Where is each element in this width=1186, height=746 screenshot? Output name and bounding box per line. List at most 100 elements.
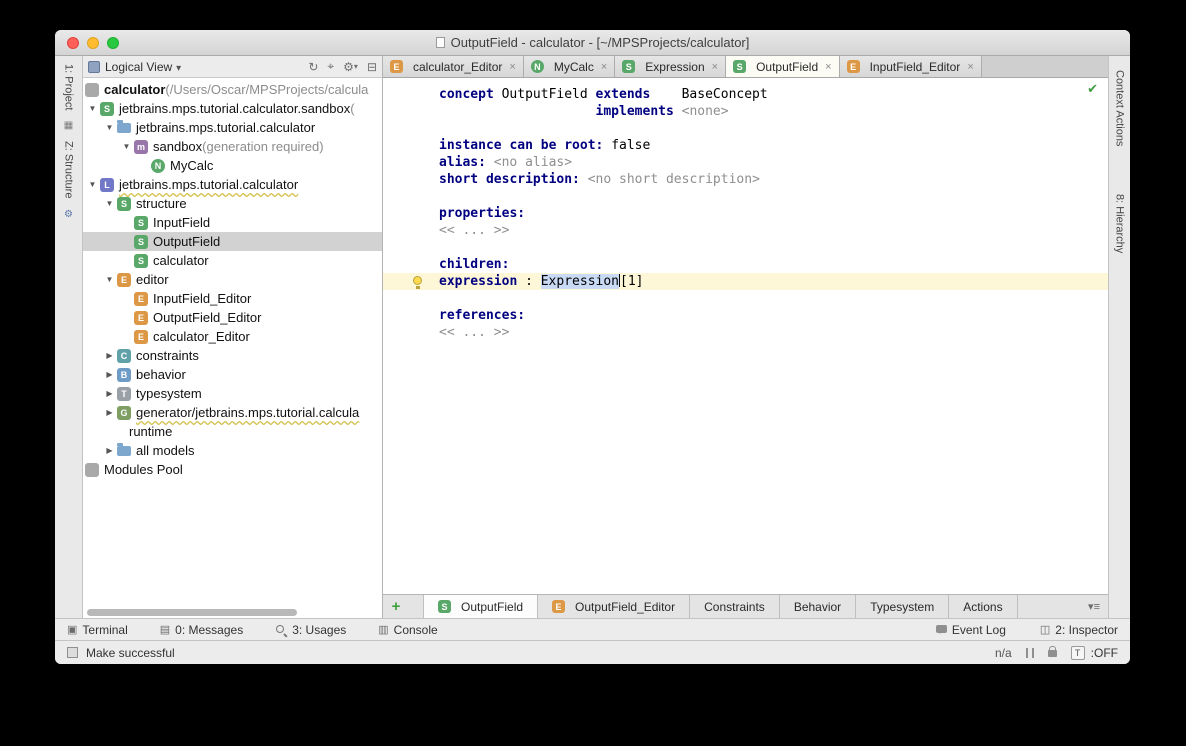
- code-line-properties[interactable]: properties:: [383, 205, 1108, 222]
- status-message: Make successful: [86, 646, 175, 660]
- tree-item-mycalc[interactable]: N MyCalc: [83, 156, 382, 175]
- tab-outputfield[interactable]: S OutputField: [726, 56, 839, 77]
- models-folder-icon: [117, 446, 131, 456]
- tree-item-editor-aspect[interactable]: E editor: [83, 270, 382, 289]
- close-icon[interactable]: [825, 61, 831, 73]
- code-line-instance[interactable]: instance can be root:false: [383, 137, 1108, 154]
- code-line-implements[interactable]: implements<none>: [383, 103, 1108, 120]
- tab-calculator-editor[interactable]: E calculator_Editor: [383, 56, 524, 77]
- tree-item-outputfield[interactable]: S OutputField: [83, 232, 382, 251]
- chevron-down-icon[interactable]: [119, 142, 134, 151]
- messages-icon: [160, 623, 170, 636]
- document-icon: [436, 37, 445, 48]
- aspect-tab-constraints[interactable]: Constraints: [690, 595, 780, 618]
- toolwindow-button-structure[interactable]: Z: Structure: [63, 141, 75, 198]
- inspector-icon: [1040, 623, 1050, 636]
- lock-icon[interactable]: [1048, 650, 1057, 657]
- chevron-down-icon[interactable]: [102, 123, 117, 132]
- typesystem-badge-icon[interactable]: [1071, 646, 1085, 660]
- concept-editor[interactable]: conceptOutputFieldextendsBaseConcept imp…: [383, 78, 1108, 594]
- tree-item-behavior[interactable]: B behavior: [83, 365, 382, 384]
- code-line-references[interactable]: references:: [383, 307, 1108, 324]
- tab-expression[interactable]: S Expression: [615, 56, 726, 77]
- minimize-window-button[interactable]: [87, 37, 99, 49]
- column-mode-icon[interactable]: [1026, 648, 1034, 658]
- aspect-tab-behavior[interactable]: Behavior: [780, 595, 856, 618]
- chevron-down-icon[interactable]: [85, 104, 100, 113]
- tree-item-sandbox-model[interactable]: m sandbox (generation required): [83, 137, 382, 156]
- tree-item-structure[interactable]: S structure: [83, 194, 382, 213]
- refresh-icon[interactable]: [308, 60, 318, 74]
- code-line-references-placeholder[interactable]: << ... >>: [383, 324, 1108, 341]
- chevron-down-icon[interactable]: [102, 199, 117, 208]
- close-icon[interactable]: [967, 61, 973, 73]
- close-icon[interactable]: [509, 61, 515, 73]
- toolwindow-button-project[interactable]: 1: Project: [63, 64, 75, 110]
- code-line-short-description[interactable]: short description:<no short description>: [383, 171, 1108, 188]
- title-bar[interactable]: OutputField - calculator - [~/MPSProject…: [55, 30, 1130, 56]
- chevron-down-icon[interactable]: [102, 275, 117, 284]
- code-line-properties-placeholder[interactable]: << ... >>: [383, 222, 1108, 239]
- aspect-tab-outputfield-editor[interactable]: E OutputField_Editor: [538, 595, 690, 618]
- close-window-button[interactable]: [67, 37, 79, 49]
- tree-item-project-root[interactable]: calculator (/Users/Oscar/MPSProjects/cal…: [83, 80, 382, 99]
- close-icon[interactable]: [712, 61, 718, 73]
- editor-icon: E: [390, 60, 403, 73]
- code-line-children[interactable]: children:: [383, 256, 1108, 273]
- chevron-down-icon[interactable]: [172, 60, 181, 74]
- toolwindow-button-terminal[interactable]: Terminal: [67, 623, 128, 637]
- tree-item-language[interactable]: L jetbrains.mps.tutorial.calculator: [83, 175, 382, 194]
- close-icon[interactable]: [601, 61, 607, 73]
- chevron-right-icon[interactable]: [102, 408, 117, 417]
- toolwindow-button-inspector[interactable]: 2: Inspector: [1040, 623, 1118, 637]
- tree-item-modules-pool[interactable]: Modules Pool: [83, 460, 382, 479]
- tool-icon[interactable]: [64, 209, 73, 220]
- chevron-right-icon[interactable]: [102, 370, 117, 379]
- toolwindow-button-usages[interactable]: 3: Usages: [275, 623, 346, 637]
- aspect-tab-actions[interactable]: Actions: [949, 595, 1017, 618]
- typesystem-toggle[interactable]: :OFF: [1091, 646, 1118, 660]
- view-selector[interactable]: Logical View: [105, 60, 172, 74]
- grid-icon[interactable]: [64, 120, 73, 131]
- concept-icon: S: [622, 60, 635, 73]
- chevron-right-icon[interactable]: [102, 389, 117, 398]
- toolwindow-button-messages[interactable]: 0: Messages: [160, 623, 243, 637]
- code-line-expression-child[interactable]: expression:Expression[1]: [383, 273, 1108, 290]
- tree-item-constraints[interactable]: C constraints: [83, 346, 382, 365]
- tree-item-inputfield[interactable]: S InputField: [83, 213, 382, 232]
- aspect-tab-outputfield[interactable]: S OutputField: [423, 595, 538, 618]
- tree-item-runtime[interactable]: runtime: [83, 422, 382, 441]
- chevron-right-icon[interactable]: [102, 351, 117, 360]
- toolwindow-button-event-log[interactable]: Event Log: [936, 623, 1006, 637]
- tree-item-inputfield-editor[interactable]: E InputField_Editor: [83, 289, 382, 308]
- locate-icon[interactable]: [327, 59, 334, 74]
- tree-item-outputfield-editor[interactable]: E OutputField_Editor: [83, 308, 382, 327]
- collapse-all-icon[interactable]: [367, 60, 377, 74]
- add-aspect-button[interactable]: [383, 595, 409, 618]
- intention-bulb-icon[interactable]: [413, 276, 422, 285]
- tree-item-calculator-concept[interactable]: S calculator: [83, 251, 382, 270]
- tree-item-generator[interactable]: G generator/jetbrains.mps.tutorial.calcu…: [83, 403, 382, 422]
- zoom-window-button[interactable]: [107, 37, 119, 49]
- tree-item-sandbox-solution[interactable]: S jetbrains.mps.tutorial.calculator.sand…: [83, 99, 382, 118]
- toolwindow-button-context-actions[interactable]: Context Actions: [1114, 70, 1126, 146]
- chevron-down-icon[interactable]: [85, 180, 100, 189]
- hidden-tabs-list-icon[interactable]: [1088, 600, 1100, 613]
- chevron-right-icon[interactable]: [102, 446, 117, 455]
- caret-position-widget[interactable]: n/a: [995, 646, 1012, 660]
- code-line-concept[interactable]: conceptOutputFieldextendsBaseConcept: [383, 86, 1108, 103]
- constraints-aspect-icon: C: [117, 349, 131, 363]
- settings-gear-icon[interactable]: [343, 60, 358, 74]
- tree-item-typesystem[interactable]: T typesystem: [83, 384, 382, 403]
- tab-mycalc[interactable]: N MyCalc: [524, 56, 615, 77]
- aspect-tab-typesystem[interactable]: Typesystem: [856, 595, 949, 618]
- tab-inputfield-editor[interactable]: E InputField_Editor: [840, 56, 982, 77]
- toolwindow-button-console[interactable]: Console: [378, 623, 437, 637]
- tree-item-models-folder[interactable]: jetbrains.mps.tutorial.calculator: [83, 118, 382, 137]
- tree-item-calculator-editor[interactable]: E calculator_Editor: [83, 327, 382, 346]
- scrollbar-thumb[interactable]: [87, 609, 297, 616]
- toolwindow-button-hierarchy[interactable]: 8: Hierarchy: [1114, 194, 1126, 253]
- editor-area: E calculator_Editor N MyCalc S Expressio…: [383, 56, 1108, 618]
- code-line-alias[interactable]: alias:<no alias>: [383, 154, 1108, 171]
- tree-item-all-models[interactable]: all models: [83, 441, 382, 460]
